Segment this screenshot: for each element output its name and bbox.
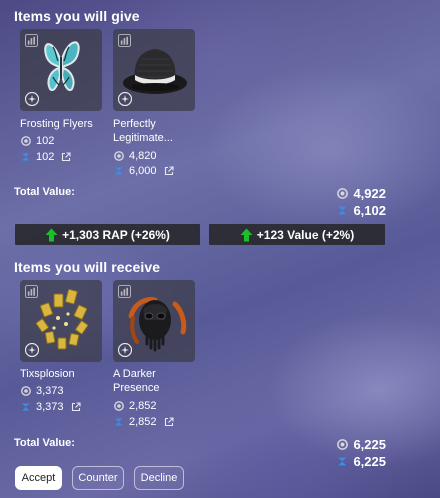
counter-button[interactable]: Counter [72, 466, 124, 490]
rolimons-value-icon [21, 152, 31, 162]
give-section-title: Items you will give [14, 8, 140, 24]
item-card-a-darker-presence[interactable] [113, 280, 195, 362]
give-total-label: Total Value: [14, 186, 75, 198]
rap-icon [114, 401, 124, 411]
rolimons-value-icon [114, 166, 124, 176]
give-total-rap-row: 4,922 [337, 186, 386, 201]
item-rap-row: 3,373 [21, 384, 64, 398]
rap-icon [21, 136, 31, 146]
rolimons-value-icon [337, 205, 348, 216]
item-rap: 2,852 [129, 400, 157, 412]
rolimons-value-icon [21, 402, 31, 412]
receive-total-value-row: 6,225 [337, 454, 386, 469]
chart-icon[interactable] [25, 34, 38, 47]
external-link-icon[interactable] [164, 166, 174, 176]
item-value: 3,373 [36, 401, 64, 413]
receive-total-value: 6,225 [353, 454, 386, 469]
value-gain-box: +123 Value (+2%) [209, 224, 385, 245]
chart-icon[interactable] [118, 285, 131, 298]
receive-total-rap-row: 6,225 [337, 437, 386, 452]
sparkle-icon[interactable] [25, 92, 39, 106]
item-value: 2,852 [129, 416, 157, 428]
item-value-row: 3,373 [21, 400, 81, 414]
item-card-perfectly-legitimate[interactable] [113, 29, 195, 111]
external-link-icon[interactable] [61, 152, 71, 162]
item-rap-row: 4,820 [114, 149, 157, 163]
rap-icon [21, 386, 31, 396]
item-value: 102 [36, 151, 55, 163]
item-name[interactable]: Perfectly Legitimate... [113, 117, 185, 145]
value-gain-text: +123 Value (+2%) [256, 227, 355, 242]
item-value: 6,000 [129, 165, 157, 177]
receive-total-rap: 6,225 [353, 437, 386, 452]
item-value-row: 102 [21, 150, 71, 164]
chart-icon[interactable] [25, 285, 38, 298]
give-total-rap: 4,922 [353, 186, 386, 201]
item-rap: 4,820 [129, 150, 157, 162]
item-rap-row: 2,852 [114, 399, 157, 413]
external-link-icon[interactable] [71, 402, 81, 412]
up-arrow-icon [240, 228, 253, 242]
give-total-value: 6,102 [353, 203, 386, 218]
item-rap-row: 102 [21, 134, 54, 148]
chart-icon[interactable] [118, 34, 131, 47]
decline-button[interactable]: Decline [134, 466, 184, 490]
item-value-row: 2,852 [114, 415, 174, 429]
receive-total-label: Total Value: [14, 437, 75, 449]
sparkle-icon[interactable] [118, 343, 132, 357]
item-name[interactable]: Frosting Flyers [20, 117, 110, 131]
item-card-frosting-flyers[interactable] [20, 29, 102, 111]
rap-icon [337, 439, 348, 450]
item-value-row: 6,000 [114, 164, 174, 178]
rap-gain-text: +1,303 RAP (+26%) [62, 227, 170, 242]
receive-section-title: Items you will receive [14, 259, 161, 275]
item-card-tixsplosion[interactable] [20, 280, 102, 362]
accept-button[interactable]: Accept [15, 466, 62, 490]
rap-icon [114, 151, 124, 161]
rap-icon [337, 188, 348, 199]
sparkle-icon[interactable] [118, 92, 132, 106]
item-rap: 102 [36, 135, 55, 147]
give-total-value-row: 6,102 [337, 203, 386, 218]
item-rap: 3,373 [36, 385, 64, 397]
item-name[interactable]: A Darker Presence [113, 367, 185, 395]
sparkle-icon[interactable] [25, 343, 39, 357]
up-arrow-icon [45, 228, 58, 242]
item-name[interactable]: Tixsplosion [20, 367, 110, 381]
rolimons-value-icon [337, 456, 348, 467]
rolimons-value-icon [114, 417, 124, 427]
rap-gain-box: +1,303 RAP (+26%) [15, 224, 200, 245]
external-link-icon[interactable] [164, 417, 174, 427]
